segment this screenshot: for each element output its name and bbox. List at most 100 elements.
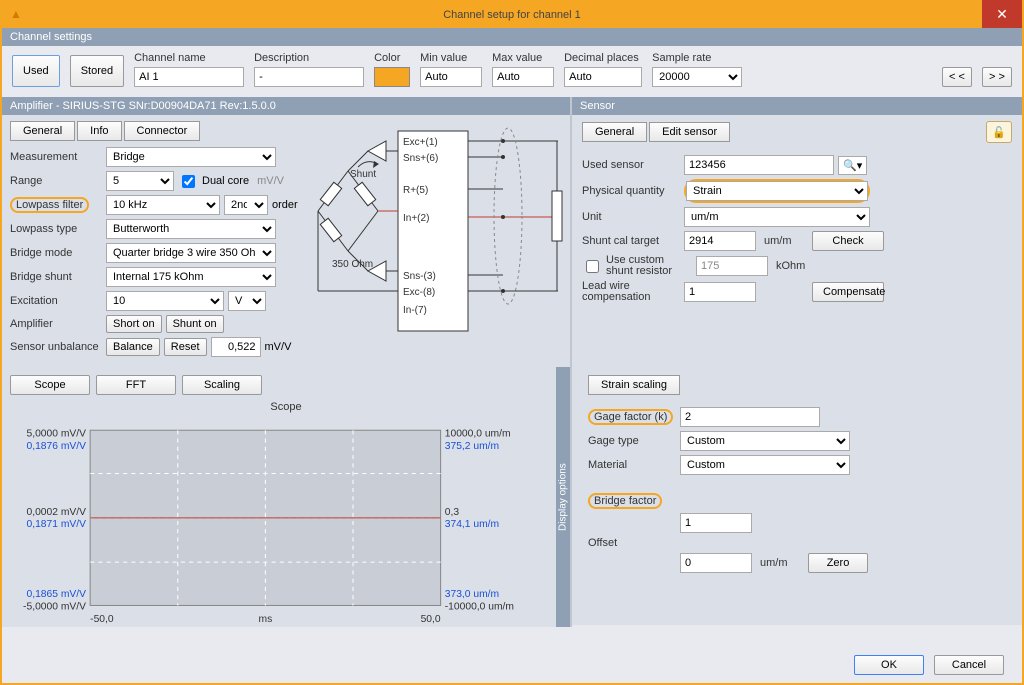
range-select[interactable]: 5 — [106, 171, 174, 191]
ok-button[interactable]: OK — [854, 655, 924, 675]
svg-text:R+(5): R+(5) — [403, 185, 428, 196]
svg-text:0,1871 mV/V: 0,1871 mV/V — [26, 519, 86, 530]
bridge-shunt-select[interactable]: Internal 175 kOhm — [106, 267, 276, 287]
tab-scaling[interactable]: Scaling — [182, 375, 262, 395]
measurement-label: Measurement — [10, 151, 102, 163]
tab-connector[interactable]: Connector — [124, 121, 201, 141]
svg-text:-50,0: -50,0 — [90, 614, 114, 625]
close-button[interactable]: ✕ — [982, 0, 1022, 28]
titlebar: ▲ Channel setup for channel 1 ✕ — [2, 2, 1022, 28]
bridge-shunt-label: Bridge shunt — [10, 271, 102, 283]
used-button[interactable]: Used — [12, 55, 60, 87]
svg-text:Exc+(1): Exc+(1) — [403, 137, 438, 148]
next-channel-button[interactable]: > > — [982, 67, 1012, 87]
lock-icon[interactable]: 🔓 — [986, 121, 1012, 143]
max-input[interactable] — [492, 67, 554, 87]
offset-unit: um/m — [760, 557, 800, 569]
svg-text:In-(7): In-(7) — [403, 305, 427, 316]
amplifier-label: Amplifier — [10, 318, 102, 330]
unit-select[interactable]: um/m — [684, 207, 870, 227]
leadwire-input[interactable] — [684, 282, 756, 302]
color-swatch[interactable] — [374, 67, 410, 87]
description-label: Description — [254, 52, 364, 64]
svg-text:10000,0 um/m: 10000,0 um/m — [445, 428, 511, 439]
svg-text:375,2 um/m: 375,2 um/m — [445, 441, 499, 452]
zero-button[interactable]: Zero — [808, 553, 868, 573]
sample-rate-select[interactable]: 20000 — [652, 67, 742, 87]
channel-name-input[interactable] — [134, 67, 244, 87]
svg-text:350 Ohm: 350 Ohm — [332, 259, 373, 270]
app-icon: ▲ — [10, 7, 22, 21]
lowpass-type-label: Lowpass type — [10, 223, 102, 235]
min-label: Min value — [420, 52, 482, 64]
gage-type-label: Gage type — [588, 435, 676, 447]
svg-text:Sns+(6): Sns+(6) — [403, 153, 438, 164]
lowpass-type-select[interactable]: Butterworth — [106, 219, 276, 239]
svg-text:Exc-(8): Exc-(8) — [403, 287, 435, 298]
lowpass-filter-select[interactable]: 10 kHz — [106, 195, 220, 215]
gage-factor-input[interactable] — [680, 407, 820, 427]
use-custom-shunt-checkbox[interactable] — [586, 260, 599, 273]
reset-button[interactable]: Reset — [164, 338, 207, 356]
decimal-input[interactable] — [564, 67, 642, 87]
mvv-label: mV/V — [257, 175, 284, 187]
amplifier-header: Amplifier - SIRIUS-STG SNr:D00904DA71 Re… — [2, 97, 570, 115]
excitation-unit-select[interactable]: V — [228, 291, 266, 311]
bridge-factor-input[interactable] — [680, 513, 752, 533]
tab-fft[interactable]: FFT — [96, 375, 176, 395]
lowpass-order-select[interactable]: 2nd — [224, 195, 268, 215]
color-label: Color — [374, 52, 410, 64]
order-label: order — [272, 199, 298, 211]
measurement-select[interactable]: Bridge — [106, 147, 276, 167]
tab-scope[interactable]: Scope — [10, 375, 90, 395]
svg-text:0,0002 mV/V: 0,0002 mV/V — [26, 507, 86, 518]
balance-button[interactable]: Balance — [106, 338, 160, 356]
search-icon[interactable]: 🔍▾ — [838, 156, 867, 175]
stored-button[interactable]: Stored — [70, 55, 124, 87]
cancel-button[interactable]: Cancel — [934, 655, 1004, 675]
scope-pane: Scope FFT Scaling ◀ Display options Scop… — [2, 367, 570, 627]
description-input[interactable] — [254, 67, 364, 87]
gage-type-select[interactable]: Custom — [680, 431, 850, 451]
display-options-bar[interactable]: Display options — [556, 367, 570, 627]
tab-general[interactable]: General — [10, 121, 75, 141]
channel-settings-pane: Used Stored Channel name Description Col… — [2, 46, 1022, 97]
compensate-button[interactable]: Compensate — [812, 282, 884, 302]
material-label: Material — [588, 459, 676, 471]
svg-text:0,1865 mV/V: 0,1865 mV/V — [26, 589, 86, 600]
sensor-tab-edit[interactable]: Edit sensor — [649, 122, 730, 142]
unbalance-label: Sensor unbalance — [10, 341, 102, 353]
window: ▲ Channel setup for channel 1 ✕ Channel … — [0, 0, 1024, 685]
prev-channel-button[interactable]: < < — [942, 67, 972, 87]
used-sensor-label: Used sensor — [582, 159, 680, 171]
physical-quantity-select[interactable]: Strain — [686, 181, 868, 201]
min-input[interactable] — [420, 67, 482, 87]
unbalance-value[interactable] — [211, 337, 261, 357]
material-select[interactable]: Custom — [680, 455, 850, 475]
right-column: Sensor General Edit sensor 🔓 Used sensor… — [572, 97, 1022, 627]
shunt-on-button[interactable]: Shunt on — [166, 315, 224, 333]
excitation-select[interactable]: 10 — [106, 291, 224, 311]
strain-scaling-tab[interactable]: Strain scaling — [588, 375, 680, 395]
dualcore-checkbox[interactable] — [182, 175, 195, 188]
bridge-factor-label: Bridge factor — [588, 493, 676, 509]
tab-info[interactable]: Info — [77, 121, 121, 141]
svg-text:5,0000 mV/V: 5,0000 mV/V — [26, 428, 86, 439]
svg-text:-5,0000 mV/V: -5,0000 mV/V — [23, 602, 86, 613]
offset-input[interactable] — [680, 553, 752, 573]
left-column: Amplifier - SIRIUS-STG SNr:D00904DA71 Re… — [2, 97, 572, 627]
sensor-tab-general[interactable]: General — [582, 122, 647, 142]
shunt-target-input[interactable] — [684, 231, 756, 251]
scope-title: Scope — [10, 401, 562, 413]
used-sensor-input[interactable] — [684, 155, 834, 175]
svg-text:374,1 um/m: 374,1 um/m — [445, 519, 499, 530]
check-button[interactable]: Check — [812, 231, 884, 251]
unbalance-unit: mV/V — [265, 341, 292, 353]
custom-shunt-input[interactable] — [696, 256, 768, 276]
bridge-mode-select[interactable]: Quarter bridge 3 wire 350 Ohm — [106, 243, 276, 263]
svg-text:-10000,0 um/m: -10000,0 um/m — [445, 602, 514, 613]
sensor-pane: General Edit sensor 🔓 Used sensor 🔍▾ Phy… — [572, 115, 1022, 365]
svg-text:0,1876 mV/V: 0,1876 mV/V — [26, 441, 86, 452]
lowpass-filter-label: Lowpass filter — [10, 197, 102, 213]
short-on-button[interactable]: Short on — [106, 315, 162, 333]
